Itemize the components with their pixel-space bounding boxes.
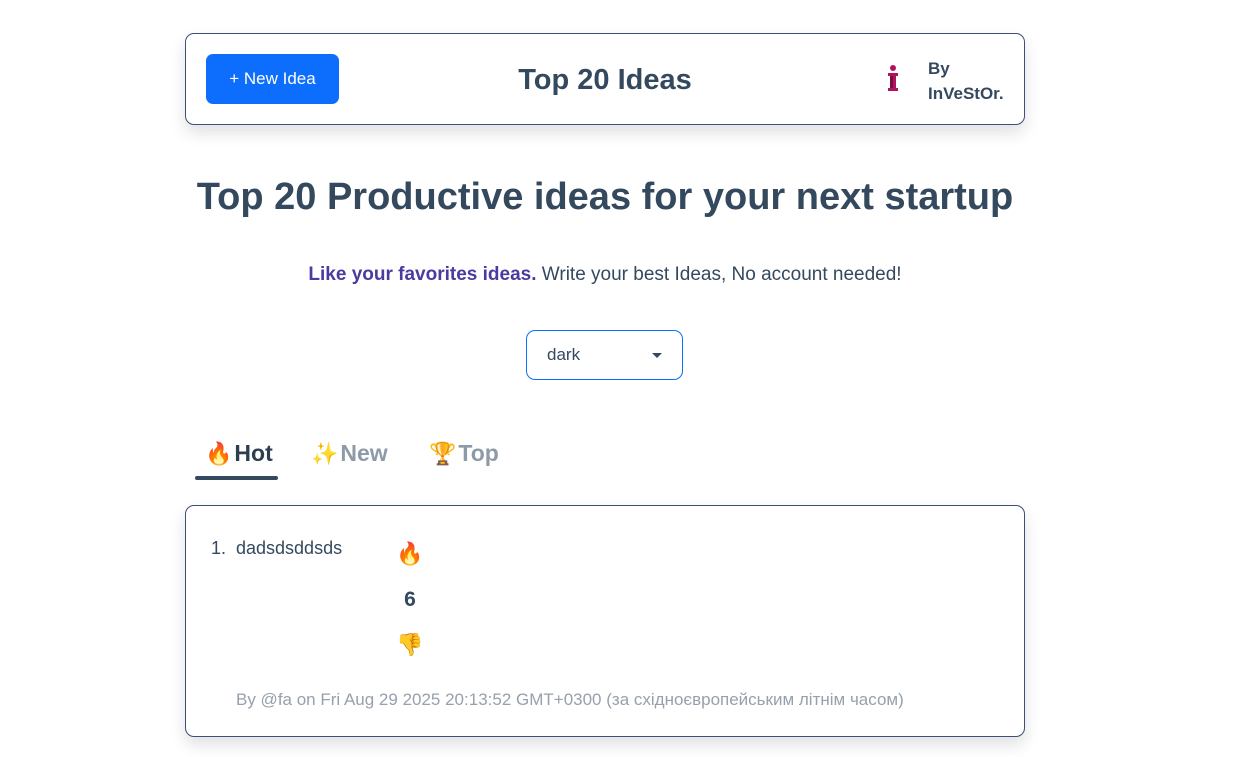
chevron-down-icon <box>652 353 662 358</box>
active-tab-indicator <box>195 476 278 480</box>
idea-number: 1. <box>211 538 227 558</box>
thumbs-down-icon[interactable]: 👎 <box>396 632 423 658</box>
trophy-icon: 🏆 <box>429 440 457 466</box>
subtitle-emphasis: Like your favorites ideas. <box>308 264 537 285</box>
tab-top-label: Top <box>458 440 499 466</box>
tab-hot[interactable]: 🔥 Hot <box>205 440 273 467</box>
tab-top[interactable]: 🏆 Top <box>429 440 499 467</box>
vote-count: 6 <box>404 588 416 611</box>
theme-select[interactable]: dark <box>526 330 683 380</box>
theme-select-value: dark <box>547 345 581 364</box>
page-subtitle: Like your favorites ideas. Write your be… <box>0 264 1210 286</box>
idea-text: dadsdsddsds <box>236 538 343 558</box>
idea-card: 1. dadsdsddsds 🔥 6 👎 By @fa on Fri Aug 2… <box>185 505 1025 737</box>
new-idea-button[interactable]: + New Idea <box>206 54 339 104</box>
tab-new[interactable]: ✨ New <box>311 440 388 467</box>
fire-icon: 🔥 <box>205 440 233 466</box>
idea-meta: By @fa on Fri Aug 29 2025 20:13:52 GMT+0… <box>236 690 904 709</box>
page-title: Top 20 Productive ideas for your next st… <box>196 176 1014 218</box>
upvote-fire-icon[interactable]: 🔥 <box>396 541 423 567</box>
sparkles-icon: ✨ <box>311 440 339 466</box>
investor-logo-icon <box>888 65 898 91</box>
tab-hot-label: Hot <box>234 440 273 466</box>
subtitle-text: Write your best Ideas, No account needed… <box>536 264 902 285</box>
header-card: + New Idea Top 20 Ideas By InVeStOr. <box>185 33 1025 125</box>
author-byline: By InVeStOr. <box>928 59 1004 103</box>
tab-new-label: New <box>340 440 388 466</box>
